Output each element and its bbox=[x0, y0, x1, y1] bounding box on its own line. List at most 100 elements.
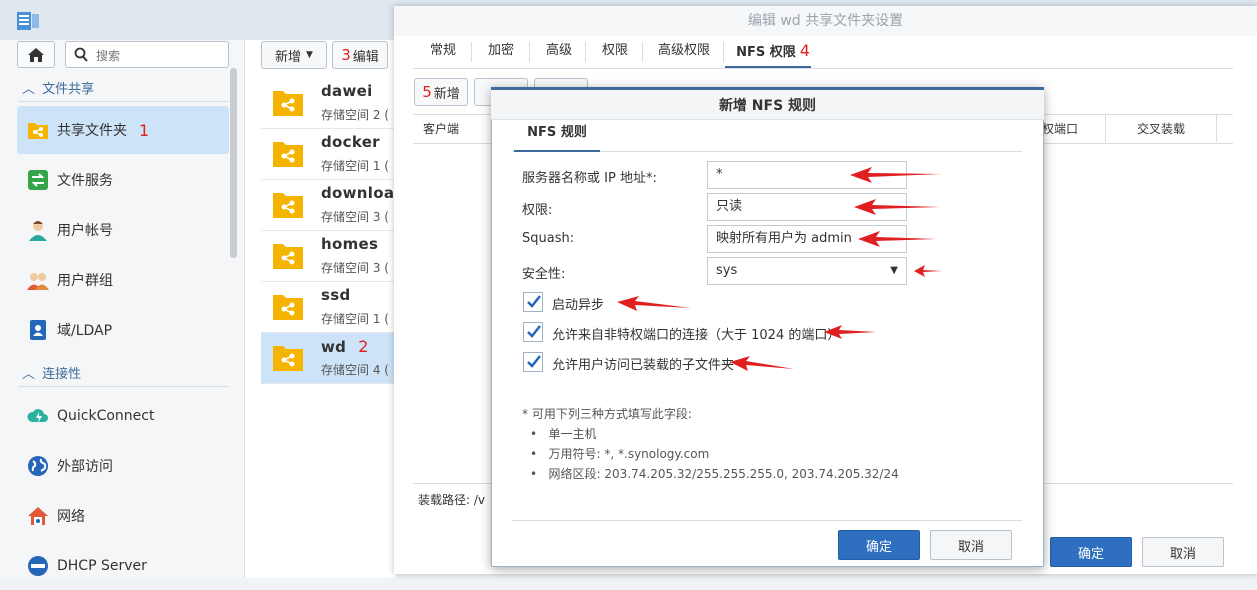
column-separator bbox=[1216, 115, 1217, 142]
help-note-item: • 单一主机 bbox=[530, 427, 597, 441]
tab-advanced-permissions[interactable]: 高级权限 bbox=[650, 36, 718, 68]
annotation-number: 5 bbox=[422, 83, 432, 101]
mounted-subfolders-checkbox[interactable] bbox=[523, 352, 543, 372]
user-icon bbox=[27, 219, 49, 241]
active-tab-indicator bbox=[514, 150, 600, 152]
home-icon bbox=[28, 48, 44, 62]
tab-general[interactable]: 常规 bbox=[420, 36, 466, 68]
column-cross-mount[interactable]: 交叉装载 bbox=[1137, 120, 1185, 137]
sidebar-item-shared-folder[interactable]: 共享文件夹 1 bbox=[17, 106, 229, 154]
column-separator bbox=[1105, 115, 1106, 142]
sidebar-item-quickconnect[interactable]: QuickConnect bbox=[17, 392, 229, 440]
quickconnect-icon bbox=[27, 405, 49, 427]
help-note-text: 万用符号: *, *.synology.com bbox=[548, 447, 710, 461]
folder-volume: 存储空间 2 ( bbox=[321, 108, 389, 122]
shared-folder-icon bbox=[273, 88, 303, 116]
home-button[interactable] bbox=[17, 41, 55, 68]
tab-nfs-rule[interactable]: NFS 规则 bbox=[514, 122, 600, 152]
folder-name: download bbox=[321, 184, 406, 202]
annotation-arrow-icon bbox=[858, 231, 936, 247]
search-box[interactable] bbox=[65, 41, 229, 68]
folder-row[interactable]: homes 存储空间 3 ( bbox=[261, 231, 396, 282]
section-connectivity[interactable]: ︿ 连接性 bbox=[22, 363, 222, 385]
column-privileged-port[interactable]: 权端口 bbox=[1042, 120, 1078, 137]
sidebar-item-user-accounts[interactable]: 用户帐号 bbox=[17, 206, 229, 254]
new-button[interactable]: 新增 ▼ bbox=[261, 41, 327, 69]
cancel-button[interactable]: 取消 bbox=[930, 530, 1012, 560]
tab-separator bbox=[723, 42, 724, 62]
network-house-icon bbox=[27, 505, 49, 527]
sidebar-item-label: 网络 bbox=[57, 509, 85, 525]
sidebar-item-label: 用户帐号 bbox=[57, 223, 113, 239]
search-icon bbox=[74, 47, 88, 66]
annotation-arrow-icon bbox=[824, 325, 876, 339]
folder-row[interactable]: ssd 存储空间 1 ( bbox=[261, 282, 396, 333]
sidebar-item-file-services[interactable]: 文件服务 bbox=[17, 156, 229, 204]
folder-volume: 存储空间 1 ( bbox=[321, 159, 389, 173]
security-label: 安全性: bbox=[522, 267, 566, 282]
ok-button[interactable]: 确定 bbox=[838, 530, 920, 560]
shared-folder-icon bbox=[273, 292, 303, 320]
folder-name: dawei bbox=[321, 82, 373, 100]
folder-volume: 存储空间 3 ( bbox=[321, 210, 389, 224]
folder-row[interactable]: download 存储空间 3 ( bbox=[261, 180, 405, 231]
shared-folder-icon bbox=[27, 119, 49, 141]
app-icon bbox=[17, 12, 39, 30]
shared-folder-icon bbox=[273, 241, 303, 269]
file-services-icon bbox=[27, 169, 49, 191]
folder-row[interactable]: docker 存储空间 1 ( bbox=[261, 129, 396, 180]
folder-name-text: wd bbox=[321, 338, 347, 356]
privilege-label: 权限: bbox=[522, 203, 553, 218]
annotation-number: 3 bbox=[341, 46, 351, 64]
annotation-arrow-icon bbox=[854, 199, 940, 215]
back-cancel-button[interactable]: 取消 bbox=[1142, 537, 1224, 567]
tab-nfs-permissions[interactable]: NFS 权限 4 bbox=[730, 36, 816, 68]
folder-row-selected[interactable]: wd 2 存储空间 4 ( bbox=[261, 333, 396, 384]
folder-row[interactable]: dawei 存储空间 2 ( bbox=[261, 78, 396, 129]
chevron-up-icon: ︿ bbox=[22, 82, 36, 97]
tab-encryption[interactable]: 加密 bbox=[478, 36, 524, 68]
dropdown-caret-icon: ▼ bbox=[306, 50, 313, 60]
tab-separator bbox=[529, 42, 530, 62]
folder-name: ssd bbox=[321, 286, 351, 304]
sidebar-item-label: 用户群组 bbox=[57, 273, 113, 289]
async-checkbox[interactable] bbox=[523, 292, 543, 312]
section-file-sharing[interactable]: ︿ 文件共享 bbox=[22, 78, 222, 100]
annotation-number: 2 bbox=[358, 337, 369, 356]
sidebar-item-external-access[interactable]: 外部访问 bbox=[17, 442, 229, 490]
sidebar-item-domain-ldap[interactable]: 域/LDAP bbox=[17, 306, 229, 354]
folder-volume: 存储空间 4 ( bbox=[321, 363, 389, 377]
dhcp-icon bbox=[27, 555, 49, 577]
dialog-title: 新增 NFS 规则 bbox=[491, 87, 1044, 120]
section-label: 连接性 bbox=[42, 367, 82, 382]
directory-icon bbox=[27, 319, 49, 341]
security-select[interactable]: sys ▼ bbox=[707, 257, 907, 285]
new-button-label: 新增 bbox=[275, 49, 302, 65]
tab-advanced[interactable]: 高级 bbox=[536, 36, 582, 68]
folder-name: wd 2 bbox=[321, 337, 369, 356]
edit-button[interactable]: 3 编辑 bbox=[332, 41, 388, 69]
back-ok-button[interactable]: 确定 bbox=[1050, 537, 1132, 567]
section-label: 文件共享 bbox=[42, 82, 95, 97]
non-privileged-ports-checkbox[interactable] bbox=[523, 322, 543, 342]
help-note-text: 网络区段: 203.74.205.32/255.255.255.0, 203.7… bbox=[548, 467, 899, 481]
annotation-arrow-icon bbox=[850, 167, 941, 183]
sidebar-item-dhcp-server[interactable]: DHCP Server bbox=[17, 542, 229, 590]
nfs-new-button[interactable]: 5 新增 bbox=[414, 78, 468, 106]
sidebar-item-label: 共享文件夹 bbox=[57, 123, 127, 139]
search-input[interactable] bbox=[94, 45, 228, 66]
annotation-arrow-icon bbox=[914, 265, 942, 277]
tab-permissions[interactable]: 权限 bbox=[592, 36, 638, 68]
annotation-number: 1 bbox=[139, 120, 150, 140]
sidebar-item-user-groups[interactable]: 用户群组 bbox=[17, 256, 229, 304]
sidebar-scrollbar[interactable] bbox=[230, 68, 237, 258]
tab-divider bbox=[413, 68, 1233, 69]
annotation-number: 4 bbox=[799, 41, 810, 60]
tab-label: NFS 权限 bbox=[736, 45, 796, 60]
column-client[interactable]: 客户端 bbox=[423, 120, 459, 137]
sidebar-item-label: 域/LDAP bbox=[57, 323, 113, 339]
footer-divider bbox=[512, 520, 1022, 521]
mount-path-label: 装载路径: /v bbox=[418, 493, 486, 507]
sidebar-item-network[interactable]: 网络 bbox=[17, 492, 229, 540]
help-note-item: • 万用符号: *, *.synology.com bbox=[530, 447, 710, 461]
